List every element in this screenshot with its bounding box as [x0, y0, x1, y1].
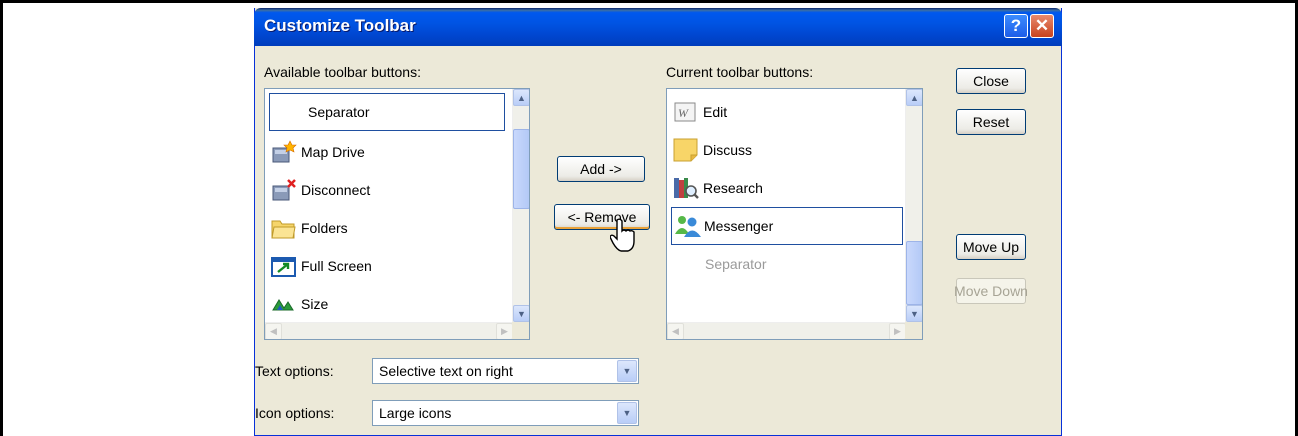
close-window-button[interactable]: ✕: [1030, 14, 1054, 38]
available-buttons-label: Available toolbar buttons:: [264, 64, 421, 80]
list-item[interactable]: Size: [265, 285, 328, 323]
disconnect-icon: [271, 178, 296, 202]
page-border-top: [0, 0, 1298, 3]
chevron-down-icon[interactable]: ▼: [617, 402, 637, 424]
list-item[interactable]: Folders: [265, 209, 348, 247]
close-icon: ✕: [1034, 16, 1050, 35]
current-horizontal-scrollbar[interactable]: ◀ ▶: [667, 322, 906, 339]
list-item[interactable]: Separator: [269, 93, 505, 131]
hand-cursor-icon: [610, 218, 635, 252]
list-item-label: Folders: [301, 220, 348, 236]
icon-options-label: Icon options:: [255, 405, 335, 421]
list-item-label: Edit: [703, 104, 728, 120]
list-item[interactable]: Separator: [667, 245, 766, 283]
scroll-thumb[interactable]: [906, 241, 922, 305]
text-options-value: Selective text on right: [379, 363, 513, 379]
icon-options-value: Large icons: [379, 405, 452, 421]
scroll-down-icon[interactable]: ▼: [906, 305, 922, 322]
question-mark-icon: ?: [1010, 16, 1022, 35]
close-button[interactable]: Close: [956, 68, 1026, 94]
reset-button[interactable]: Reset: [956, 109, 1026, 135]
research-icon: [673, 176, 699, 200]
list-item-label: Separator: [308, 104, 370, 120]
list-item[interactable]: Research: [667, 169, 763, 207]
list-item-label: Research: [703, 180, 763, 196]
available-horizontal-scrollbar[interactable]: ◀ ▶: [265, 322, 513, 339]
list-item[interactable]: Full Screen: [265, 247, 372, 285]
list-item[interactable]: Discuss: [667, 131, 752, 169]
list-item-label: Disconnect: [301, 182, 371, 198]
full-screen-icon: [271, 254, 296, 278]
current-vertical-scrollbar[interactable]: ▲ ▼: [905, 89, 922, 322]
current-buttons-list[interactable]: W Edit Discuss Research Messenger Separa…: [666, 88, 923, 340]
list-item-label: Messenger: [704, 218, 774, 234]
edit-icon: W: [673, 100, 697, 124]
folders-icon: [271, 216, 296, 240]
list-item[interactable]: W Edit: [667, 93, 727, 131]
add-button[interactable]: Add ->: [557, 156, 645, 182]
scroll-down-icon[interactable]: ▼: [513, 305, 529, 322]
list-item[interactable]: Map Drive: [265, 133, 365, 171]
list-item-label: Size: [301, 296, 329, 312]
scroll-thumb[interactable]: [513, 129, 529, 209]
discuss-icon: [673, 138, 698, 162]
list-item-label: Map Drive: [301, 144, 365, 160]
scroll-left-icon[interactable]: ◀: [265, 323, 282, 339]
available-buttons-list[interactable]: Separator Map Drive Disconnect Folders F…: [264, 88, 530, 340]
list-item[interactable]: Messenger: [671, 207, 903, 245]
text-options-select[interactable]: Selective text on right ▼: [372, 358, 639, 384]
map-drive-icon: [271, 140, 297, 164]
scroll-right-icon[interactable]: ▶: [496, 323, 513, 339]
customize-toolbar-dialog: Customize Toolbar ? ✕ Available toolbar …: [254, 8, 1062, 436]
current-buttons-label: Current toolbar buttons:: [666, 64, 814, 80]
messenger-icon: [674, 214, 701, 238]
svg-text:W: W: [678, 106, 689, 120]
chevron-down-icon[interactable]: ▼: [617, 360, 637, 382]
scrollbar-corner: [512, 322, 529, 339]
help-button[interactable]: ?: [1004, 14, 1028, 38]
list-item-label: Discuss: [703, 142, 753, 158]
scrollbar-corner: [905, 322, 922, 339]
text-options-label: Text options:: [255, 363, 334, 379]
available-vertical-scrollbar[interactable]: ▲ ▼: [512, 89, 529, 322]
list-item-label: Full Screen: [301, 258, 372, 274]
scroll-up-icon[interactable]: ▲: [906, 89, 922, 106]
list-item-label: Separator: [705, 256, 767, 272]
scroll-left-icon[interactable]: ◀: [667, 323, 684, 339]
icon-options-select[interactable]: Large icons ▼: [372, 400, 639, 426]
size-icon: [271, 292, 295, 316]
scroll-right-icon[interactable]: ▶: [889, 323, 906, 339]
page-border-left: [0, 0, 3, 436]
dialog-titlebar[interactable]: Customize Toolbar ? ✕: [254, 8, 1062, 46]
scroll-up-icon[interactable]: ▲: [513, 89, 529, 106]
move-down-button[interactable]: Move Down: [954, 278, 1028, 304]
list-item[interactable]: Disconnect: [265, 171, 370, 209]
move-up-button[interactable]: Move Up: [956, 234, 1026, 260]
dialog-title: Customize Toolbar: [264, 16, 416, 35]
